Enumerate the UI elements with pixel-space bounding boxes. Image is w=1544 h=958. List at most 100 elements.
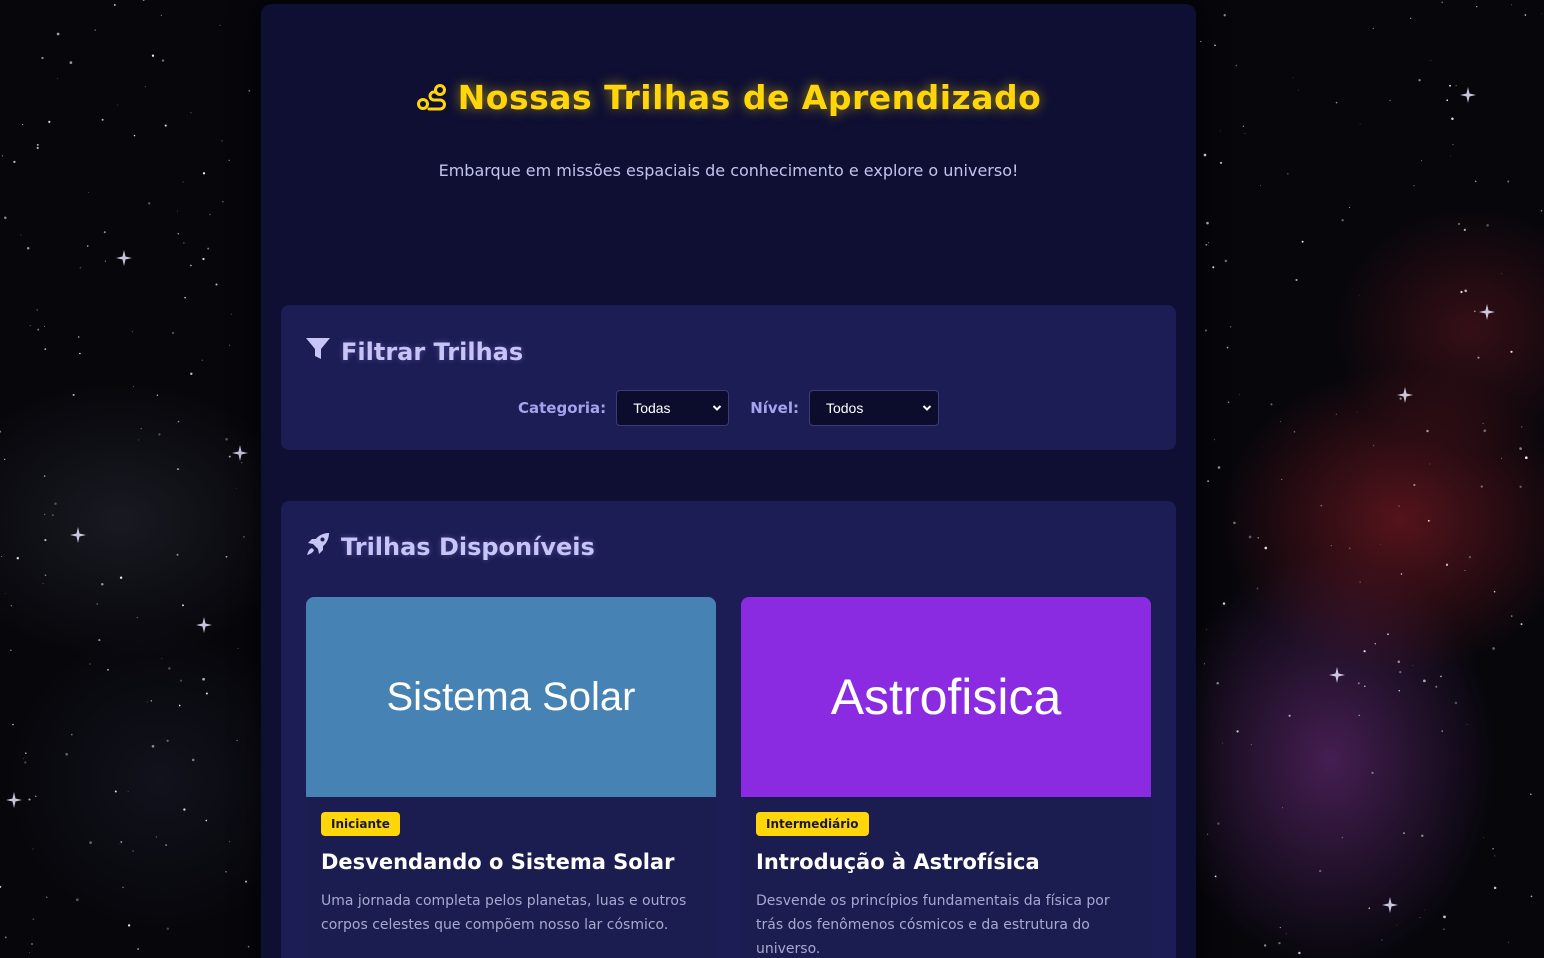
star bbox=[1217, 466, 1221, 469]
track-card-astrofisica[interactable]: Astrofisica Intermediário Introdução à A… bbox=[741, 597, 1151, 958]
page-subtitle: Embarque em missões espaciais de conheci… bbox=[438, 161, 1019, 180]
star bbox=[0, 430, 2, 433]
star bbox=[1208, 242, 1209, 244]
level-select[interactable]: Todos bbox=[808, 390, 939, 426]
star bbox=[1358, 714, 1360, 716]
star bbox=[1372, 444, 1375, 447]
star bbox=[57, 78, 59, 79]
star bbox=[1356, 411, 1358, 413]
star bbox=[161, 657, 163, 659]
star bbox=[1295, 278, 1298, 282]
star bbox=[1214, 44, 1216, 47]
chevron-down-icon bbox=[712, 405, 722, 411]
star bbox=[44, 574, 47, 576]
star bbox=[229, 841, 231, 843]
star bbox=[1398, 689, 1401, 692]
star bbox=[1226, 346, 1229, 349]
star bbox=[183, 242, 185, 244]
star bbox=[1280, 421, 1282, 423]
star bbox=[1474, 310, 1476, 313]
star bbox=[1463, 228, 1466, 231]
star bbox=[65, 752, 69, 756]
star bbox=[118, 843, 120, 845]
card-title[interactable]: Desvendando o Sistema Solar bbox=[321, 850, 674, 874]
star bbox=[1510, 615, 1513, 617]
star bbox=[1454, 701, 1458, 705]
star bbox=[1204, 329, 1207, 332]
star bbox=[1222, 602, 1226, 605]
star bbox=[184, 296, 186, 299]
star bbox=[72, 393, 75, 396]
star bbox=[1493, 886, 1497, 890]
star bbox=[26, 247, 30, 250]
star bbox=[1426, 429, 1429, 433]
page-header: Nossas Trilhas de Aprendizado Embarque e… bbox=[261, 4, 1196, 264]
star bbox=[1493, 590, 1496, 593]
filter-row: Categoria: Todas Nível: Todos bbox=[281, 390, 1176, 426]
star bbox=[79, 352, 81, 355]
star bbox=[1236, 730, 1239, 733]
star bbox=[164, 124, 167, 127]
star bbox=[225, 437, 228, 441]
star bbox=[25, 752, 27, 754]
star bbox=[1398, 505, 1400, 507]
star bbox=[1364, 685, 1366, 688]
star bbox=[56, 32, 60, 36]
star bbox=[1200, 40, 1202, 43]
star bbox=[150, 700, 152, 702]
star bbox=[1203, 153, 1207, 157]
track-card-sistema-solar[interactable]: Sistema Solar Iniciante Desvendando o Si… bbox=[306, 597, 716, 958]
star bbox=[1445, 563, 1449, 566]
category-select[interactable]: Todas bbox=[616, 390, 730, 426]
star bbox=[247, 945, 250, 948]
star bbox=[1457, 222, 1461, 226]
star bbox=[16, 557, 19, 560]
star bbox=[1464, 289, 1467, 293]
star bbox=[248, 89, 251, 92]
star bbox=[1212, 266, 1215, 269]
star bbox=[1482, 423, 1484, 425]
filter-heading: Filtrar Trilhas bbox=[305, 337, 523, 367]
star bbox=[201, 359, 203, 361]
star bbox=[23, 758, 24, 759]
star bbox=[1511, 4, 1513, 6]
star bbox=[190, 112, 192, 114]
star bbox=[89, 663, 91, 665]
star bbox=[1410, 17, 1412, 20]
star bbox=[1285, 933, 1287, 935]
star bbox=[1540, 210, 1543, 212]
star bbox=[1287, 173, 1289, 175]
star bbox=[114, 790, 117, 793]
star bbox=[79, 266, 82, 269]
star bbox=[1238, 394, 1240, 396]
star bbox=[230, 313, 232, 315]
star bbox=[1248, 535, 1252, 539]
star bbox=[245, 880, 247, 883]
star bbox=[21, 123, 24, 126]
star bbox=[190, 372, 193, 376]
star bbox=[155, 836, 157, 838]
star bbox=[1500, 273, 1502, 275]
card-description: Desvende os princípios fundamentais da f… bbox=[756, 893, 1110, 957]
card-title[interactable]: Introdução à Astrofísica bbox=[756, 850, 1040, 874]
star bbox=[1501, 457, 1503, 459]
star bbox=[54, 502, 57, 505]
star bbox=[20, 234, 22, 236]
star bbox=[1214, 875, 1217, 878]
level-badge: Intermediário bbox=[756, 812, 869, 836]
tracks-panel: Trilhas Disponíveis Sistema Solar Inicia… bbox=[281, 501, 1176, 958]
star bbox=[1279, 927, 1281, 929]
star bbox=[221, 140, 223, 142]
star bbox=[1256, 587, 1259, 590]
sparkle-star bbox=[232, 445, 248, 461]
star bbox=[1524, 456, 1528, 460]
star bbox=[1335, 101, 1338, 104]
star bbox=[1419, 917, 1421, 918]
page-title: Nossas Trilhas de Aprendizado bbox=[261, 78, 1196, 117]
star bbox=[1452, 143, 1454, 146]
star bbox=[1341, 218, 1344, 222]
star bbox=[1257, 537, 1259, 539]
star bbox=[228, 159, 230, 161]
card-image-text: Sistema Solar bbox=[386, 674, 636, 719]
star bbox=[1380, 544, 1381, 545]
